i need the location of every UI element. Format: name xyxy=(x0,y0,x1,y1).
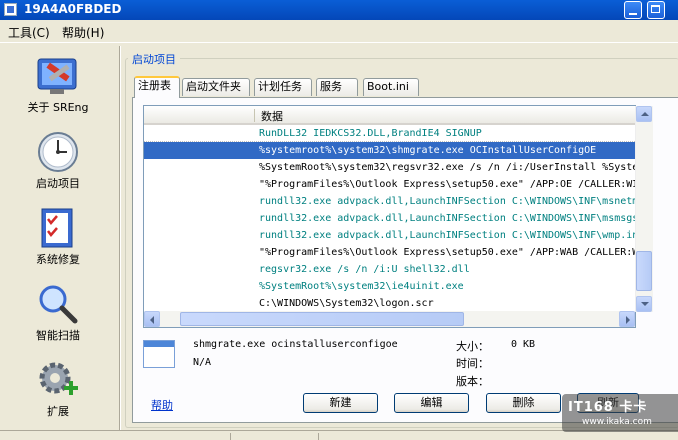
sidebar: 关于 SREng 启动项目 系统修复 智能扫描 扩展 xyxy=(0,43,118,439)
sidebar-item-extensions[interactable]: 扩展 xyxy=(0,355,116,423)
window-title: 19A4A0FBDED xyxy=(24,2,122,16)
menu-help[interactable]: 帮助(H) xyxy=(62,24,104,41)
edit-button[interactable]: 编辑 xyxy=(394,393,469,413)
list-item[interactable]: 通讯簿 6"%ProgramFiles%\Outlook Express\set… xyxy=(144,244,635,261)
list-item[interactable]: Windows 桌面更新regsvr32.exe /s /n /i:U shel… xyxy=(144,261,635,278)
list-item-data: %SystemRoot%\system32\ie4uinit.exe xyxy=(259,281,464,292)
scroll-down-button[interactable] xyxy=(636,296,652,312)
list-item-data: C:\WINDOWS\System32\logon.scr xyxy=(259,298,434,309)
list-item[interactable]: Outlook Express%systemroot%\system32\shm… xyxy=(144,142,635,159)
tab-scheduled-tasks[interactable]: 计划任务 xyxy=(254,78,312,96)
list-item[interactable]: NetMeeting 3.01rundll32.exe advpack.dll,… xyxy=(144,193,635,210)
tab-boot-ini[interactable]: Boot.ini xyxy=(363,78,419,96)
sidebar-item-label: 智能扫描 xyxy=(36,329,80,342)
group-title: 启动项目 xyxy=(128,51,180,67)
menu-tools[interactable]: 工具(C) xyxy=(8,24,50,41)
list-item[interactable]: Windows Messenger...rundll32.exe advpack… xyxy=(144,210,635,227)
app-icon xyxy=(4,3,17,16)
magnifier-icon xyxy=(39,285,78,324)
horizontal-scroll-thumb[interactable] xyxy=(180,312,464,326)
minimize-button[interactable] xyxy=(624,1,642,19)
scroll-right-button[interactable] xyxy=(619,311,635,327)
list-item-data: rundll32.exe advpack.dll,LaunchINFSectio… xyxy=(259,230,635,241)
list-item[interactable]: 浏览器自定义组件RunDLL32 IEDKCS32.DLL,BrandIE4 S… xyxy=(144,125,635,142)
sidebar-item-label: 关于 SREng xyxy=(27,101,89,114)
detail-version-label: 版本： xyxy=(456,375,489,388)
tab-registry[interactable]: 注册表 xyxy=(134,76,180,98)
column-divider[interactable] xyxy=(254,109,255,122)
gear-plus-icon xyxy=(39,362,78,395)
file-icon xyxy=(143,340,175,368)
horizontal-scrollbar[interactable] xyxy=(144,311,635,327)
list-item[interactable]: Internet Explorer 6%SystemRoot%\system32… xyxy=(144,278,635,295)
list-item-data: rundll32.exe advpack.dll,LaunchINFSectio… xyxy=(259,196,635,207)
list-item-data: %systemroot%\system32\shmgrate.exe OCIns… xyxy=(259,145,597,156)
title-bar: 19A4A0FBDED xyxy=(0,0,678,20)
startup-list[interactable]: 数据 浏览器自定义组件RunDLL32 IEDKCS32.DLL,BrandIE… xyxy=(143,105,636,328)
list-item-data: RunDLL32 IEDKCS32.DLL,BrandIE4 SIGNUP xyxy=(259,128,482,139)
list-item-data: rundll32.exe advpack.dll,LaunchINFSectio… xyxy=(259,213,635,224)
list-item-data: %SystemRoot%\system32\regsvr32.exe /s /n… xyxy=(259,162,635,173)
column-header-data[interactable]: 数据 xyxy=(261,108,283,124)
help-link[interactable]: 帮助 xyxy=(151,397,173,413)
sidebar-item-label: 系统修复 xyxy=(36,253,80,266)
watermark: IT168 卡卡 www.ikaka.com xyxy=(562,394,678,432)
tools-icon xyxy=(37,58,77,94)
delete-button[interactable]: 删除 xyxy=(486,393,561,413)
sidebar-item-label: 启动项目 xyxy=(36,177,80,190)
tab-services[interactable]: 服务 xyxy=(316,78,358,96)
sidebar-item-scan[interactable]: 智能扫描 xyxy=(0,279,116,347)
list-item[interactable]: Microsoft Windows...rundll32.exe advpack… xyxy=(144,227,635,244)
list-item[interactable]: Microsoft Outlook..."%ProgramFiles%\Outl… xyxy=(144,176,635,193)
list-item-data: "%ProgramFiles%\Outlook Express\setup50.… xyxy=(259,179,635,190)
detail-size-label: 大小： xyxy=(456,340,489,353)
list-header: 数据 xyxy=(144,106,635,125)
menu-bar: 工具(C) 帮助(H) xyxy=(0,20,678,43)
list-item[interactable]: Themes Setup%SystemRoot%\system32\regsvr… xyxy=(144,159,635,176)
sidebar-item-startup[interactable]: 启动项目 xyxy=(0,127,116,195)
vertical-scroll-thumb[interactable] xyxy=(636,251,652,291)
clock-icon xyxy=(38,132,78,172)
watermark-text: IT168 卡卡 xyxy=(568,400,648,415)
detail-company: N/A xyxy=(193,357,212,368)
watermark-url: www.ikaka.com xyxy=(582,417,652,427)
detail-size-value: 0 KB xyxy=(511,339,536,350)
list-item-data: regsvr32.exe /s /n /i:U shell32.dll xyxy=(259,264,470,275)
sidebar-item-about[interactable]: 关于 SREng xyxy=(0,51,116,119)
scroll-left-button[interactable] xyxy=(144,311,160,327)
scroll-up-button[interactable] xyxy=(636,106,652,122)
checklist-icon xyxy=(41,208,73,248)
sidebar-item-repair[interactable]: 系统修复 xyxy=(0,203,116,271)
sidebar-divider xyxy=(119,46,121,431)
sidebar-item-label: 扩展 xyxy=(47,405,69,418)
vertical-scrollbar[interactable] xyxy=(635,106,653,312)
detail-filename: shmgrate.exe ocinstalluserconfigoe xyxy=(193,339,398,350)
detail-time-label: 时间： xyxy=(456,357,489,370)
new-button[interactable]: 新建 xyxy=(303,393,378,413)
maximize-button[interactable] xyxy=(647,1,665,19)
tab-startup-folder[interactable]: 启动文件夹 xyxy=(182,78,250,96)
list-item-data: "%ProgramFiles%\Outlook Express\setup50.… xyxy=(259,247,635,258)
list-item[interactable]: LOGONSAVE.EXEC:\WINDOWS\System32\logon.s… xyxy=(144,295,635,312)
